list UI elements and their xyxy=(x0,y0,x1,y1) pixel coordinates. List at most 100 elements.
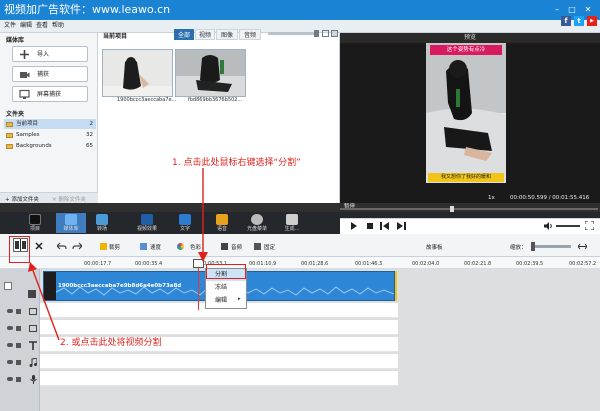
thumb-size-slider[interactable] xyxy=(268,32,316,35)
folder-name: Backgrounds xyxy=(16,143,52,149)
transition-icon xyxy=(96,214,108,225)
fullscreen-icon[interactable] xyxy=(585,221,594,230)
plus-icon xyxy=(20,50,29,59)
tab-video[interactable]: 视频 xyxy=(195,29,215,40)
add-folder-button[interactable]: + 添加文件夹 xyxy=(5,195,39,203)
volume-icon[interactable] xyxy=(544,222,553,230)
lock-icon[interactable] xyxy=(16,309,21,314)
context-freeze[interactable]: 冻结 xyxy=(206,282,246,294)
color-wheel-icon[interactable] xyxy=(177,243,184,250)
folder-icon xyxy=(6,122,13,127)
voice-track-row[interactable] xyxy=(40,371,398,386)
seek-bar[interactable] xyxy=(340,208,598,210)
stop-icon[interactable] xyxy=(366,222,374,230)
tab-image[interactable]: 图像 xyxy=(216,29,238,40)
folder-icon xyxy=(6,144,13,149)
module-label: 项目 xyxy=(29,226,40,232)
tab-audio[interactable]: 音频 xyxy=(239,29,261,40)
menu-file[interactable]: 文件 xyxy=(4,20,16,32)
speed-icon[interactable] xyxy=(140,243,147,250)
twitter-icon[interactable]: t xyxy=(574,16,584,26)
ruler-tick: 00:02:21.8 xyxy=(464,261,492,267)
folder-backgrounds[interactable]: Backgrounds 65 xyxy=(4,141,96,151)
module-label: 语音 xyxy=(216,226,227,232)
menu-edit[interactable]: 编辑 xyxy=(20,20,32,32)
folder-current-project[interactable]: 当前项目 2 xyxy=(4,119,96,129)
zoom-handle[interactable] xyxy=(531,242,535,251)
capture-label: 捕获 xyxy=(37,71,50,78)
youtube-icon[interactable]: ▶ xyxy=(587,16,597,26)
module-media-library[interactable]: 媒体库 xyxy=(56,213,86,233)
view-mode-icon[interactable] xyxy=(322,30,329,37)
annotation-step-2: 2. 或点击此处将视频分割 xyxy=(60,338,162,348)
preview-caption-top: 这个姿势有点冷 xyxy=(430,45,502,55)
play-icon[interactable] xyxy=(350,222,358,230)
tab-all[interactable]: 全部 xyxy=(174,29,194,40)
freeze-button[interactable]: 固定 xyxy=(264,243,275,251)
ruler-tick: 00:01:28.6 xyxy=(301,261,329,267)
media-thumbnail-1-image xyxy=(103,50,172,96)
text-icon xyxy=(179,214,191,225)
folder-count: 65 xyxy=(86,143,93,149)
slider-handle[interactable] xyxy=(314,30,319,37)
media-thumbnail-2[interactable] xyxy=(175,49,246,97)
freeze-icon[interactable] xyxy=(254,243,261,250)
list-view-icon[interactable] xyxy=(331,30,338,37)
import-button[interactable]: 导入 xyxy=(12,46,88,62)
ruler-tick: 00:02:04.0 xyxy=(412,261,440,267)
eye-icon[interactable] xyxy=(7,360,13,364)
module-transitions[interactable]: 转场 xyxy=(87,213,117,233)
crop-button[interactable]: 裁剪 xyxy=(109,243,120,251)
crop-icon[interactable] xyxy=(100,243,107,250)
speed-button[interactable]: 速度 xyxy=(150,243,161,251)
maximize-button[interactable]: □ xyxy=(565,3,579,16)
lock-icon[interactable] xyxy=(16,326,21,331)
eye-icon[interactable] xyxy=(7,309,13,313)
delete-icon[interactable] xyxy=(35,242,43,250)
redo-icon[interactable] xyxy=(72,242,82,250)
preview-video[interactable]: 这个姿势有点冷 我又想你了我好的暖和 xyxy=(426,43,506,183)
import-label: 导入 xyxy=(37,51,50,58)
minimize-button[interactable]: – xyxy=(550,3,564,16)
folder-samples[interactable]: Samples 32 xyxy=(4,130,96,140)
module-export[interactable]: 生成... xyxy=(277,213,307,233)
storyboard-button[interactable]: 故事板 xyxy=(426,243,443,251)
screen-icon xyxy=(19,89,30,99)
capture-button[interactable]: 捕获 xyxy=(12,66,88,82)
music-track-row[interactable] xyxy=(40,354,398,369)
fit-timeline-icon[interactable] xyxy=(578,242,587,251)
audio-button[interactable]: 音频 xyxy=(231,243,242,251)
module-voice[interactable]: 语音 xyxy=(207,213,237,233)
ruler-tick: 00:01:10.9 xyxy=(249,261,277,267)
module-label: 视频效果 xyxy=(136,226,157,232)
eye-icon[interactable] xyxy=(7,377,13,381)
main-track-toggle[interactable] xyxy=(4,282,12,290)
eye-icon[interactable] xyxy=(7,343,13,347)
delete-folder-button[interactable]: ✕ 删除文件夹 xyxy=(52,195,86,203)
preview-caption-bottom: 我又想你了我好的暖和 xyxy=(428,173,504,182)
lock-icon[interactable] xyxy=(16,343,21,348)
facebook-icon[interactable]: f xyxy=(561,16,571,26)
module-dvd-menu[interactable]: 光盘菜单 xyxy=(242,213,272,233)
annotation-step-1: 1. 点击此处鼠标右键选择“分割” xyxy=(172,158,301,168)
lock-icon[interactable] xyxy=(16,360,21,365)
close-button[interactable]: ✕ xyxy=(581,3,595,16)
module-video-effects[interactable]: 视频效果 xyxy=(132,213,162,233)
zoom-slider[interactable] xyxy=(533,245,571,248)
undo-icon[interactable] xyxy=(57,242,67,250)
eye-icon[interactable] xyxy=(7,326,13,330)
volume-slider[interactable] xyxy=(556,225,580,227)
media-thumbnail-1[interactable] xyxy=(102,49,173,97)
screen-capture-button[interactable]: 屏幕捕获 xyxy=(12,86,88,102)
previous-frame-icon[interactable] xyxy=(380,222,390,230)
folder-name: 当前项目 xyxy=(16,121,39,127)
ruler-tick: 00:01:46.3 xyxy=(355,261,383,267)
audio-icon[interactable] xyxy=(221,243,228,250)
module-project[interactable]: 项目 xyxy=(20,213,50,233)
menu-help[interactable]: 帮助 xyxy=(52,20,64,32)
next-frame-icon[interactable] xyxy=(396,222,406,230)
lock-icon[interactable] xyxy=(16,377,21,382)
disc-icon xyxy=(251,214,263,225)
menu-view[interactable]: 查看 xyxy=(36,20,48,32)
overlay-track-row[interactable] xyxy=(40,320,398,335)
